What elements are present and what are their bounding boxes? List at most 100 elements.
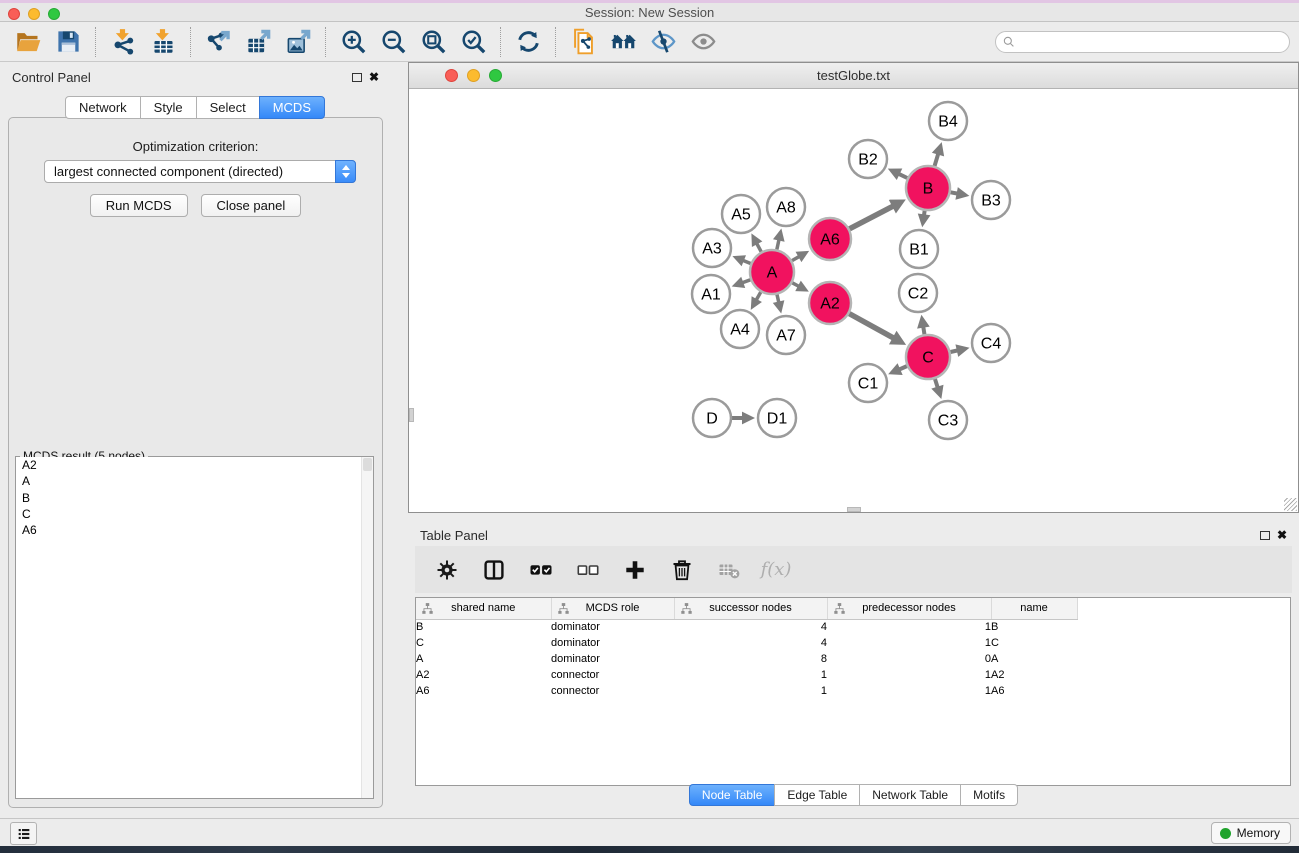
table-row[interactable]: Cdominator41C <box>416 635 1290 651</box>
tab-style[interactable]: Style <box>140 96 197 119</box>
edge-C-C3[interactable] <box>931 379 943 399</box>
node-C4[interactable]: C4 <box>972 324 1010 362</box>
edge-A-A7[interactable] <box>773 294 785 313</box>
mcds-result-list[interactable]: A2ABCA6 <box>16 457 373 798</box>
task-history-button[interactable] <box>10 822 37 845</box>
edge-C-C1[interactable] <box>888 363 907 375</box>
table-tab-edge-table[interactable]: Edge Table <box>774 784 860 806</box>
table-panel-close-icon[interactable]: ✖ <box>1277 528 1287 542</box>
cell[interactable]: 4 <box>674 635 827 651</box>
home-button[interactable] <box>603 25 643 59</box>
save-session-button[interactable] <box>48 25 88 59</box>
control-panel-close-icon[interactable]: ✖ <box>369 70 379 84</box>
delete-column-button[interactable] <box>662 553 702 587</box>
cell[interactable]: 1 <box>827 667 991 683</box>
edge-B-B1[interactable] <box>918 211 931 227</box>
edge-B-B2[interactable] <box>888 168 907 180</box>
zoom-selected-button[interactable] <box>453 25 493 59</box>
settings-button[interactable] <box>427 553 467 587</box>
network-window-titlebar[interactable]: testGlobe.txt <box>409 63 1298 89</box>
node-B1[interactable]: B1 <box>900 230 938 268</box>
export-table-button[interactable] <box>238 25 278 59</box>
column-header-shared-name[interactable]: shared name <box>416 598 551 619</box>
tab-mcds[interactable]: MCDS <box>259 96 325 119</box>
open-file-button[interactable] <box>8 25 48 59</box>
close-panel-button[interactable]: Close panel <box>201 194 302 217</box>
node-B3[interactable]: B3 <box>972 181 1010 219</box>
cell[interactable]: A2 <box>416 667 551 683</box>
edge-A-A5[interactable] <box>751 233 762 251</box>
edge-A-A1[interactable] <box>732 277 751 288</box>
dropdown-spinner[interactable] <box>335 160 356 183</box>
columns-button[interactable] <box>474 553 514 587</box>
cell[interactable]: 1 <box>827 635 991 651</box>
horizontal-scrollbar-nub[interactable] <box>847 507 861 512</box>
table-row[interactable]: Adominator80A <box>416 651 1290 667</box>
new-network-from-file-button[interactable] <box>563 25 603 59</box>
column-header-predecessor-nodes[interactable]: predecessor nodes <box>827 598 991 619</box>
delete-table-button[interactable] <box>709 553 749 587</box>
zoom-in-button[interactable] <box>333 25 373 59</box>
resize-grip-icon[interactable] <box>1284 498 1297 511</box>
result-item-a[interactable]: A <box>16 473 373 489</box>
edge-D-D1[interactable] <box>732 412 755 425</box>
column-header-mcds-role[interactable]: MCDS role <box>551 598 674 619</box>
vertical-scrollbar-nub[interactable] <box>409 408 414 422</box>
result-item-c[interactable]: C <box>16 506 373 522</box>
table-tab-node-table[interactable]: Node Table <box>689 784 776 806</box>
edge-A-A2[interactable] <box>792 281 809 292</box>
table-tab-motifs[interactable]: Motifs <box>960 784 1018 806</box>
cell[interactable]: A <box>416 651 551 667</box>
scrollbar-thumb[interactable] <box>363 458 372 471</box>
function-builder-button[interactable]: f(x) <box>756 553 796 587</box>
network-canvas[interactable]: AA1A2A3A4A5A6A7A8BB1B2B3B4CC1C2C3C4DD1 <box>409 90 1298 512</box>
search-input[interactable] <box>995 31 1290 53</box>
zoom-out-button[interactable] <box>373 25 413 59</box>
cell[interactable]: connector <box>551 667 674 683</box>
zoom-fit-button[interactable] <box>413 25 453 59</box>
node-B[interactable]: B <box>906 166 950 210</box>
node-A8[interactable]: A8 <box>767 188 805 226</box>
result-item-a2[interactable]: A2 <box>16 457 373 473</box>
column-header-successor-nodes[interactable]: successor nodes <box>674 598 827 619</box>
cell[interactable]: A2 <box>991 667 1077 683</box>
node-A5[interactable]: A5 <box>722 195 760 233</box>
select-all-button[interactable] <box>521 553 561 587</box>
mcds-result-scrollbar[interactable] <box>361 457 373 798</box>
node-C2[interactable]: C2 <box>899 274 937 312</box>
export-image-button[interactable] <box>278 25 318 59</box>
edge-B-B3[interactable] <box>951 187 970 200</box>
cell[interactable]: 4 <box>674 619 827 635</box>
tab-network[interactable]: Network <box>65 96 141 119</box>
edge-A-A8[interactable] <box>773 229 785 250</box>
control-panel-float-icon[interactable] <box>352 73 362 82</box>
column-header-name[interactable]: name <box>991 598 1077 619</box>
add-column-button[interactable] <box>615 553 655 587</box>
node-A[interactable]: A <box>750 250 794 294</box>
node-D1[interactable]: D1 <box>758 399 796 437</box>
optimization-criterion-dropdown[interactable]: largest connected component (directed) <box>44 160 356 183</box>
node-C1[interactable]: C1 <box>849 364 887 402</box>
edge-A2-C[interactable] <box>849 314 906 345</box>
import-network-button[interactable] <box>103 25 143 59</box>
memory-button[interactable]: Memory <box>1211 822 1291 844</box>
cell[interactable]: 1 <box>827 683 991 699</box>
table-tab-network-table[interactable]: Network Table <box>859 784 961 806</box>
edge-B-B4[interactable] <box>932 142 944 166</box>
cell[interactable]: A <box>991 651 1077 667</box>
table-row[interactable]: A6connector11A6 <box>416 683 1290 699</box>
cell[interactable]: C <box>991 635 1077 651</box>
node-B4[interactable]: B4 <box>929 102 967 140</box>
import-table-button[interactable] <box>143 25 183 59</box>
cell[interactable]: dominator <box>551 619 674 635</box>
node-A4[interactable]: A4 <box>721 310 759 348</box>
result-item-b[interactable]: B <box>16 490 373 506</box>
cell[interactable]: 8 <box>674 651 827 667</box>
hide-style-button[interactable] <box>643 25 683 59</box>
cell[interactable]: 0 <box>827 651 991 667</box>
cell[interactable]: 1 <box>674 667 827 683</box>
result-item-a6[interactable]: A6 <box>16 522 373 538</box>
deselect-all-button[interactable] <box>568 553 608 587</box>
cell[interactable]: dominator <box>551 635 674 651</box>
cell[interactable]: C <box>416 635 551 651</box>
